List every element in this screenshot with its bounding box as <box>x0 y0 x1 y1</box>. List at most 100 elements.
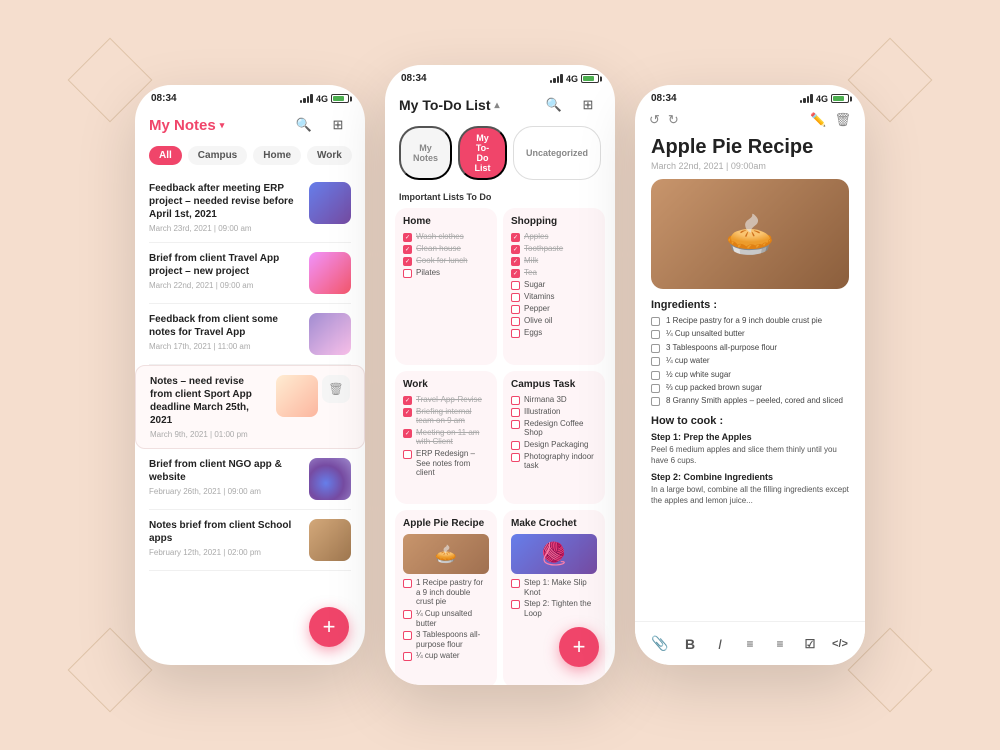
ingredient-check-7[interactable] <box>651 397 660 406</box>
note-title-5: Brief from client NGO app & website <box>149 458 301 484</box>
check-icon[interactable]: ✓ <box>511 257 520 266</box>
delete-button-4[interactable]: 🗑 <box>322 375 350 403</box>
ingredient-check-3[interactable] <box>651 344 660 353</box>
my-notes-title[interactable]: My Notes ▾ <box>149 117 224 134</box>
check-icon[interactable]: ✓ <box>403 257 412 266</box>
time-mid: 08:34 <box>401 73 427 84</box>
card-title-shopping: Shopping <box>511 216 597 227</box>
ingredient-3: 3 Tablespoons all-purpose flour <box>651 343 849 353</box>
note-thumb-2 <box>309 252 351 294</box>
ingredient-check-4[interactable] <box>651 357 660 366</box>
status-bar-right: 08:34 4G <box>635 85 865 108</box>
battery-icon-right <box>831 94 849 103</box>
card-title-recipe: Apple Pie Recipe <box>403 518 489 529</box>
italic-button[interactable]: I <box>709 633 731 655</box>
check-icon[interactable]: ✓ <box>403 408 412 417</box>
filter-home[interactable]: Home <box>253 146 301 165</box>
check-icon[interactable] <box>403 631 412 640</box>
check-icon[interactable] <box>403 450 412 459</box>
card-title-home: Home <box>403 216 489 227</box>
ingredient-1: 1 Recipe pastry for a 9 inch double crus… <box>651 316 849 326</box>
note-title-3: Feedback from client some notes for Trav… <box>149 313 301 339</box>
bold-button[interactable]: B <box>679 633 701 655</box>
mid-header: My To-Do List ▴ 🔍 ⊞ My Notes My To-Do Li… <box>385 88 615 192</box>
unordered-list-icon[interactable]: ≡ <box>739 633 761 655</box>
check-icon[interactable] <box>403 269 412 278</box>
step-2-title: Step 2: Combine Ingredients <box>651 472 849 482</box>
note-thumb-6 <box>309 519 351 561</box>
check-icon[interactable] <box>511 579 520 588</box>
search-button[interactable]: 🔍 <box>291 112 317 138</box>
recipe-hero-image: 🥧 <box>651 179 849 289</box>
filter-button[interactable]: ⊞ <box>325 112 351 138</box>
tab-my-notes[interactable]: My Notes <box>399 126 452 180</box>
check-icon[interactable] <box>511 396 520 405</box>
check-icon[interactable]: ✓ <box>403 396 412 405</box>
filter-tabs: All Campus Home Work <box>149 146 351 165</box>
filter-campus[interactable]: Campus <box>188 146 247 165</box>
signal-icon-mid <box>550 74 563 83</box>
todo-card-home: Home ✓ Wash clothes ✓ Clean house ✓ Cook… <box>395 208 497 365</box>
forward-icon[interactable]: ↻ <box>668 112 679 128</box>
trash-icon[interactable]: 🗑 <box>834 112 851 128</box>
note-date-1: March 23rd, 2021 | 09:00 am <box>149 224 301 233</box>
check-icon[interactable] <box>511 600 520 609</box>
status-icons-left: 4G <box>300 94 349 104</box>
note-item-6[interactable]: Notes brief from client School apps Febr… <box>149 510 351 571</box>
check-icon[interactable] <box>403 579 412 588</box>
ingredient-check-1[interactable] <box>651 317 660 326</box>
step-2-text: In a large bowl, combine all the filling… <box>651 484 849 506</box>
check-icon[interactable] <box>511 281 520 290</box>
chevron-down-icon: ▾ <box>220 120 225 131</box>
important-label: Important Lists To Do <box>385 192 615 202</box>
check-icon[interactable] <box>403 610 412 619</box>
check-icon[interactable]: ✓ <box>403 429 412 438</box>
check-icon[interactable]: ✓ <box>403 233 412 242</box>
check-icon[interactable]: ✓ <box>403 245 412 254</box>
todo-item: ✓ Cook for lunch <box>403 256 489 266</box>
note-item-1[interactable]: Feedback after meeting ERP project – nee… <box>149 173 351 243</box>
fab-add-note[interactable]: + <box>309 607 349 647</box>
check-icon[interactable]: ✓ <box>511 269 520 278</box>
phones-container: 08:34 4G My Notes ▾ 🔍 ⊞ <box>135 65 865 685</box>
check-icon[interactable] <box>511 408 520 417</box>
check-icon[interactable]: ✓ <box>511 233 520 242</box>
check-icon[interactable] <box>511 305 520 314</box>
todo-item: ✓ Clean house <box>403 244 489 254</box>
ingredient-check-2[interactable] <box>651 330 660 339</box>
recipe-content: Apple Pie Recipe March 22nd, 2021 | 09:0… <box>635 136 865 512</box>
ingredient-check-6[interactable] <box>651 384 660 393</box>
fab-add-todo[interactable]: + <box>559 627 599 667</box>
card-title-crochet: Make Crochet <box>511 518 597 529</box>
check-icon[interactable] <box>511 453 520 462</box>
ordered-list-icon[interactable]: ≡ <box>769 633 791 655</box>
attachment-icon[interactable]: 📎 <box>649 633 671 655</box>
menu-button-mid[interactable]: ⊞ <box>575 92 601 118</box>
ingredient-check-5[interactable] <box>651 371 660 380</box>
note-item-2[interactable]: Brief from client Travel App project – n… <box>149 243 351 304</box>
note-item-5[interactable]: Brief from client NGO app & website Febr… <box>149 449 351 510</box>
filter-all[interactable]: All <box>149 146 182 165</box>
status-icons-mid: 4G <box>550 74 599 84</box>
status-bar-mid: 08:34 4G <box>385 65 615 88</box>
check-icon[interactable] <box>511 329 520 338</box>
tab-uncategorized[interactable]: Uncategorized <box>513 126 601 180</box>
code-icon[interactable]: </> <box>829 633 851 655</box>
note-item-4[interactable]: Notes – need revise from client Sport Ap… <box>135 365 365 449</box>
status-icons-right: 4G <box>800 94 849 104</box>
check-icon[interactable]: ✓ <box>511 245 520 254</box>
check-icon[interactable] <box>511 441 520 450</box>
chevron-up-icon: ▴ <box>495 100 500 111</box>
task-list-icon[interactable]: ☑ <box>799 633 821 655</box>
check-icon[interactable] <box>403 652 412 661</box>
edit-icon[interactable]: ✏️ <box>810 112 826 128</box>
check-icon[interactable] <box>511 420 520 429</box>
todo-card-work: Work ✓ Travel-App-Revise ✓ Briefing inte… <box>395 371 497 505</box>
check-icon[interactable] <box>511 293 520 302</box>
note-item-3[interactable]: Feedback from client some notes for Trav… <box>149 304 351 365</box>
search-button-mid[interactable]: 🔍 <box>541 92 567 118</box>
tab-todo-list[interactable]: My To-Do List <box>458 126 507 180</box>
filter-work[interactable]: Work <box>307 146 352 165</box>
back-icon[interactable]: ↺ <box>649 112 660 128</box>
check-icon[interactable] <box>511 317 520 326</box>
